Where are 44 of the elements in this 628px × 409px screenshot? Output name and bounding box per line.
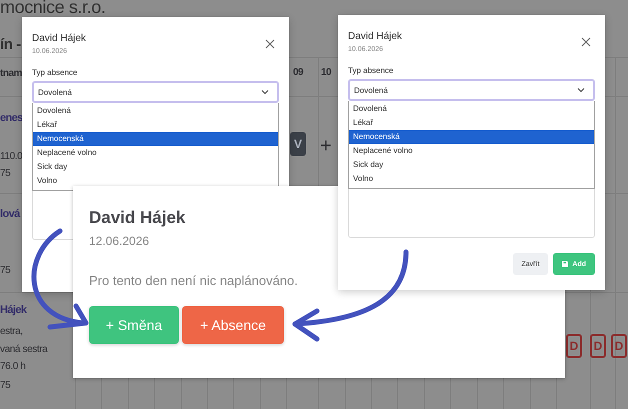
- dropdown-option[interactable]: Lékař: [349, 116, 594, 130]
- day-header: 10: [321, 66, 332, 79]
- employee-name[interactable]: Hájek: [0, 304, 26, 317]
- dropdown-option[interactable]: Nemocenská: [33, 132, 278, 146]
- absence-type-select[interactable]: Dovolená: [32, 81, 279, 103]
- field-label: Typ absence: [32, 68, 78, 77]
- employee-name[interactable]: lová: [0, 208, 20, 221]
- dialog-title: David Hájek: [32, 33, 86, 45]
- dropdown-option[interactable]: Neplacené volno: [349, 144, 594, 158]
- dialog-title: David Hájek: [348, 31, 402, 43]
- employee-name[interactable]: enes: [0, 112, 23, 125]
- employee-detail: 110.0: [0, 150, 22, 163]
- dialog-date: 12.06.2026: [89, 234, 150, 248]
- employee-detail: estra,: [0, 325, 23, 338]
- employee-detail: 75: [0, 379, 10, 392]
- dropdown-option[interactable]: Nemocenská: [349, 130, 594, 144]
- field-label: Typ absence: [348, 66, 394, 75]
- column-header: tnam: [0, 67, 22, 80]
- dropdown-option[interactable]: Volno: [33, 174, 278, 188]
- close-icon[interactable]: [265, 39, 275, 49]
- dropdown-option[interactable]: Sick day: [349, 158, 594, 172]
- save-icon: [562, 261, 568, 267]
- employee-detail: 76.0 h: [0, 360, 26, 373]
- page-subtitle: ín -: [0, 38, 21, 51]
- dropdown-option[interactable]: Dovolená: [349, 102, 594, 116]
- add-shift-mark[interactable]: +: [320, 136, 332, 156]
- absence-type-select[interactable]: Dovolená: [348, 79, 595, 101]
- dialog-title: David Hájek: [89, 208, 186, 228]
- empty-day-message: Pro tento den není nic naplánováno.: [89, 273, 298, 288]
- dropdown-option[interactable]: Lékař: [33, 118, 278, 132]
- employee-detail: 75: [0, 167, 10, 180]
- dropdown-option[interactable]: Sick day: [33, 160, 278, 174]
- chevron-icon: [261, 89, 269, 95]
- dropdown-option[interactable]: Neplacené volno: [33, 146, 278, 160]
- company-title: mocnice s.r.o.: [0, 0, 106, 16]
- day-header: 09: [293, 66, 304, 79]
- close-icon[interactable]: [581, 37, 591, 47]
- shift-badge[interactable]: V: [290, 132, 306, 156]
- chevron-icon: [577, 87, 585, 93]
- note-field[interactable]: [348, 189, 595, 238]
- dropdown-option[interactable]: Volno: [349, 172, 594, 186]
- dropdown-option[interactable]: Dovolená: [33, 104, 278, 118]
- employee-detail: vaná sestra: [0, 343, 48, 356]
- employee-detail: 75: [0, 264, 10, 277]
